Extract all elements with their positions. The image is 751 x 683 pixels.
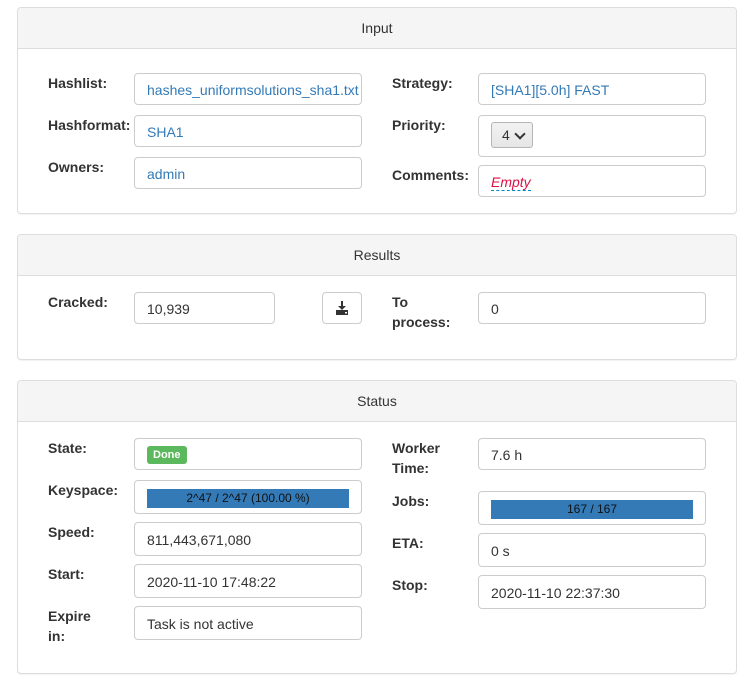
comments-field: Empty (478, 165, 706, 197)
stop-value: 2020-11-10 22:37:30 (478, 575, 706, 609)
chevron-down-icon (514, 128, 526, 140)
worker-time-label-line1: Worker (392, 440, 440, 456)
worker-time-label: Worker Time: (392, 438, 440, 478)
to-process-label-line2: process: (392, 314, 451, 330)
to-process-label: To process: (392, 292, 450, 332)
speed-label: Speed: (48, 524, 95, 540)
priority-label: Priority: (392, 117, 446, 133)
input-panel-title: Input (18, 8, 736, 49)
expire-value: Task is not active (134, 606, 362, 640)
strategy-link[interactable]: [SHA1][5.0h] FAST (478, 73, 706, 105)
expire-label-line1: Expire (48, 608, 91, 624)
input-panel: Input Hashlist: hashes_uniformsolutions_… (17, 7, 737, 214)
expire-label: Expire in: (48, 606, 91, 646)
comments-editable[interactable]: Empty (491, 174, 531, 191)
eta-label: ETA: (392, 535, 424, 551)
comments-label: Comments: (392, 167, 470, 183)
keyspace-field: 2^47 / 2^47 (100.00 %) (134, 480, 362, 514)
owners-label: Owners: (48, 159, 105, 175)
eta-value: 0 s (478, 533, 706, 567)
expire-label-line2: in: (48, 628, 66, 644)
owners-link[interactable]: admin (134, 157, 362, 189)
strategy-label: Strategy: (392, 75, 453, 91)
worker-time-label-line2: Time: (392, 460, 430, 476)
start-value: 2020-11-10 17:48:22 (134, 564, 362, 598)
hashformat-value: SHA1 (134, 115, 362, 147)
jobs-field: 167 / 167 (478, 491, 706, 525)
results-panel-title: Results (18, 235, 736, 276)
jobs-progress: 167 / 167 (491, 500, 693, 519)
cracked-label: Cracked: (48, 294, 108, 310)
state-field: Done (134, 438, 362, 470)
state-label: State: (48, 440, 87, 456)
priority-select-value: 4 (502, 127, 510, 143)
status-panel-title: Status (18, 381, 736, 422)
keyspace-progress: 2^47 / 2^47 (100.00 %) (147, 489, 349, 508)
worker-time-value: 7.6 h (478, 438, 706, 470)
results-panel: Results Cracked: 10,939 To process: 0 (17, 234, 737, 360)
download-cracked-button[interactable] (322, 292, 362, 324)
cracked-value: 10,939 (134, 292, 275, 324)
jobs-progress-text: 167 / 167 (566, 502, 618, 516)
jobs-label: Jobs: (392, 493, 430, 509)
to-process-label-line1: To (392, 294, 409, 310)
hashlist-label: Hashlist: (48, 75, 108, 91)
priority-field: 4 (478, 115, 706, 157)
to-process-value: 0 (478, 292, 706, 324)
stop-label: Stop: (392, 577, 428, 593)
start-label: Start: (48, 566, 85, 582)
status-panel: Status State: Done Keyspace: 2^47 / 2^47… (17, 380, 737, 674)
hashlist-link[interactable]: hashes_uniformsolutions_sha1.txt (134, 73, 362, 105)
priority-select[interactable]: 4 (491, 122, 533, 148)
keyspace-progress-text: 2^47 / 2^47 (100.00 %) (186, 491, 310, 505)
hashformat-label: Hashformat: (48, 117, 131, 133)
status-badge: Done (147, 446, 187, 465)
download-icon (336, 301, 348, 315)
keyspace-label: Keyspace: (48, 482, 119, 498)
speed-value: 811,443,671,080 (134, 522, 362, 556)
